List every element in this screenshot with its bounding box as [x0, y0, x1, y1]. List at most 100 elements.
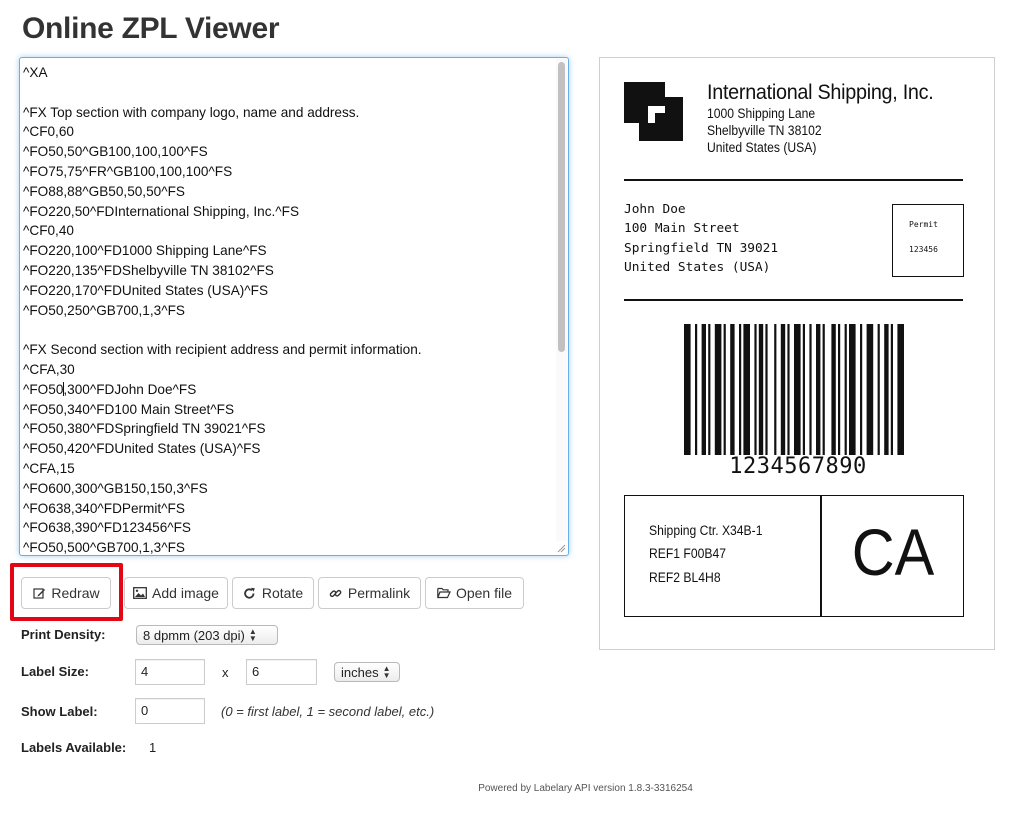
- barcode-bar: [816, 324, 821, 455]
- label-company-address-line: United States (USA): [707, 140, 817, 155]
- label-barcode-text: 1234567890: [729, 454, 867, 479]
- show-label-input[interactable]: 0: [135, 698, 205, 724]
- select-arrows-icon: ▲ ▼: [382, 664, 391, 680]
- show-label-hint: (0 = first label, 1 = second label, etc.…: [221, 704, 435, 719]
- zpl-code-text[interactable]: ^XA ^FX Top section with company logo, n…: [23, 63, 422, 556]
- show-label-label: Show Label:: [21, 704, 98, 719]
- barcode-bar: [723, 324, 726, 455]
- code-line: ^CF0,40: [23, 223, 74, 239]
- code-line: ^CFA,15: [23, 460, 75, 476]
- barcode-bar: [701, 324, 706, 455]
- label-size-label: Label Size:: [21, 664, 89, 679]
- select-arrows-icon: ▲ ▼: [248, 627, 257, 643]
- unit-select[interactable]: inches ▲ ▼: [334, 662, 400, 682]
- barcode-bar: [822, 324, 825, 455]
- label-shipping-line: REF1 F00B47: [649, 546, 726, 561]
- label-barcode: [684, 324, 904, 455]
- barcode-bar: [897, 324, 904, 455]
- barcode-bar: [754, 324, 757, 455]
- code-line: ^FO220,50^FDInternational Shipping, Inc.…: [23, 203, 300, 219]
- label-height-input[interactable]: 6: [246, 659, 317, 685]
- page-title: Online ZPL Viewer: [22, 12, 280, 45]
- label-company-address-line: Shelbyville TN 38102: [707, 123, 822, 138]
- barcode-bar: [831, 324, 836, 455]
- label-shipping-line: REF2 BL4H8: [649, 570, 721, 585]
- code-line: ^FX Top section with company logo, name …: [23, 104, 360, 120]
- unit-value: inches: [341, 664, 379, 680]
- rotate-icon: [243, 586, 257, 600]
- barcode-bar: [743, 324, 750, 455]
- labels-available-label: Labels Available:: [21, 740, 127, 755]
- label-permit-title: Permit: [909, 220, 938, 229]
- open-file-button[interactable]: Open file: [425, 577, 524, 609]
- footer-powered-by: Powered by Labelary API version 1.8.3-33…: [478, 783, 693, 794]
- barcode-bar: [765, 324, 768, 455]
- barcode-bar: [708, 324, 711, 455]
- code-line: ^FO220,135^FDShelbyville TN 38102^FS: [23, 262, 274, 278]
- label-company-address-line: 1000 Shipping Lane: [707, 106, 816, 121]
- barcode-bar: [739, 324, 742, 455]
- label-recipient-line: Springfield TN 39021: [624, 241, 779, 256]
- code-line: ^CFA,30: [23, 361, 75, 377]
- barcode-bar: [866, 324, 874, 455]
- code-line: ^FO50,250^GB700,1,3^FS: [23, 302, 185, 318]
- code-line: ^CF0,60: [23, 124, 74, 140]
- barcode-bar: [780, 324, 786, 455]
- label-shipping-box: Shipping Ctr. X34B-1 REF1 F00B47 REF2 BL…: [624, 495, 964, 617]
- barcode-bar: [787, 324, 790, 455]
- barcode-bar: [844, 324, 847, 455]
- labels-available-value: 1: [149, 740, 157, 755]
- add-image-label: Add image: [152, 585, 219, 601]
- size-separator: x: [222, 665, 229, 680]
- permalink-button[interactable]: Permalink: [318, 577, 421, 609]
- label-preview: International Shipping, Inc. 1000 Shippi…: [599, 57, 995, 650]
- label-recipient-line: United States (USA): [624, 260, 771, 275]
- code-line: ^FO638,340^FDPermit^FS: [23, 500, 185, 516]
- barcode-bar: [884, 324, 889, 455]
- label-width-input[interactable]: 4: [135, 659, 205, 685]
- label-divider: [624, 179, 963, 181]
- zpl-code-textarea[interactable]: ^XA ^FX Top section with company logo, n…: [19, 57, 569, 556]
- code-line: ^XA: [23, 65, 48, 80]
- print-density-label: Print Density:: [21, 627, 106, 642]
- label-recipient-line: 100 Main Street: [624, 221, 740, 236]
- code-line: ^FO50,380^FDSpringfield TN 39021^FS: [23, 421, 266, 437]
- resize-grip-icon[interactable]: [556, 543, 566, 553]
- barcode-bar: [758, 324, 764, 455]
- barcode-bar: [809, 324, 812, 455]
- barcode-bar: [774, 324, 777, 455]
- rotate-label: Rotate: [261, 585, 304, 601]
- barcode-bar: [860, 324, 863, 455]
- barcode-bar: [714, 324, 722, 455]
- barcode-bar: [890, 324, 893, 455]
- code-line: ^FO220,100^FD1000 Shipping Lane^FS: [23, 243, 267, 259]
- link-icon: [329, 586, 343, 600]
- barcode-bar: [877, 324, 880, 455]
- code-line: ^FX Second section with recipient addres…: [23, 342, 422, 358]
- code-line: ^FO50,500^GB700,1,3^FS: [23, 540, 185, 556]
- label-company-name: International Shipping, Inc.: [707, 80, 934, 104]
- editor-scrollbar-thumb[interactable]: [558, 62, 565, 352]
- rotate-button[interactable]: Rotate: [232, 577, 314, 609]
- permalink-label: Permalink: [347, 585, 411, 601]
- code-line: ^FO75,75^FR^GB100,100,100^FS: [23, 163, 233, 179]
- barcode-bar: [802, 324, 805, 455]
- print-density-select[interactable]: 8 dpmm (203 dpi) ▲ ▼: [136, 625, 278, 645]
- label-shipping-box-divider: [820, 496, 822, 616]
- company-logo-icon: [624, 82, 683, 141]
- redraw-highlight-box: [10, 563, 123, 621]
- add-image-button[interactable]: Add image: [124, 577, 228, 609]
- folder-open-icon: [437, 586, 451, 600]
- label-permit-box: Permit 123456: [892, 204, 964, 277]
- barcode-bar: [838, 324, 841, 455]
- code-line: ^FO50,50^GB100,100,100^FS: [23, 144, 208, 160]
- label-recipient-line: John Doe: [624, 202, 686, 217]
- code-line: ^FO50,300^FDJohn Doe^FS: [23, 381, 197, 397]
- label-permit-number: 123456: [909, 245, 938, 254]
- text-caret: [62, 381, 64, 396]
- barcode-bar: [684, 324, 691, 455]
- code-line: ^FO638,390^FD123456^FS: [23, 520, 192, 536]
- print-density-value: 8 dpmm (203 dpi): [143, 627, 245, 643]
- image-icon: [133, 586, 147, 600]
- open-file-label: Open file: [455, 585, 513, 601]
